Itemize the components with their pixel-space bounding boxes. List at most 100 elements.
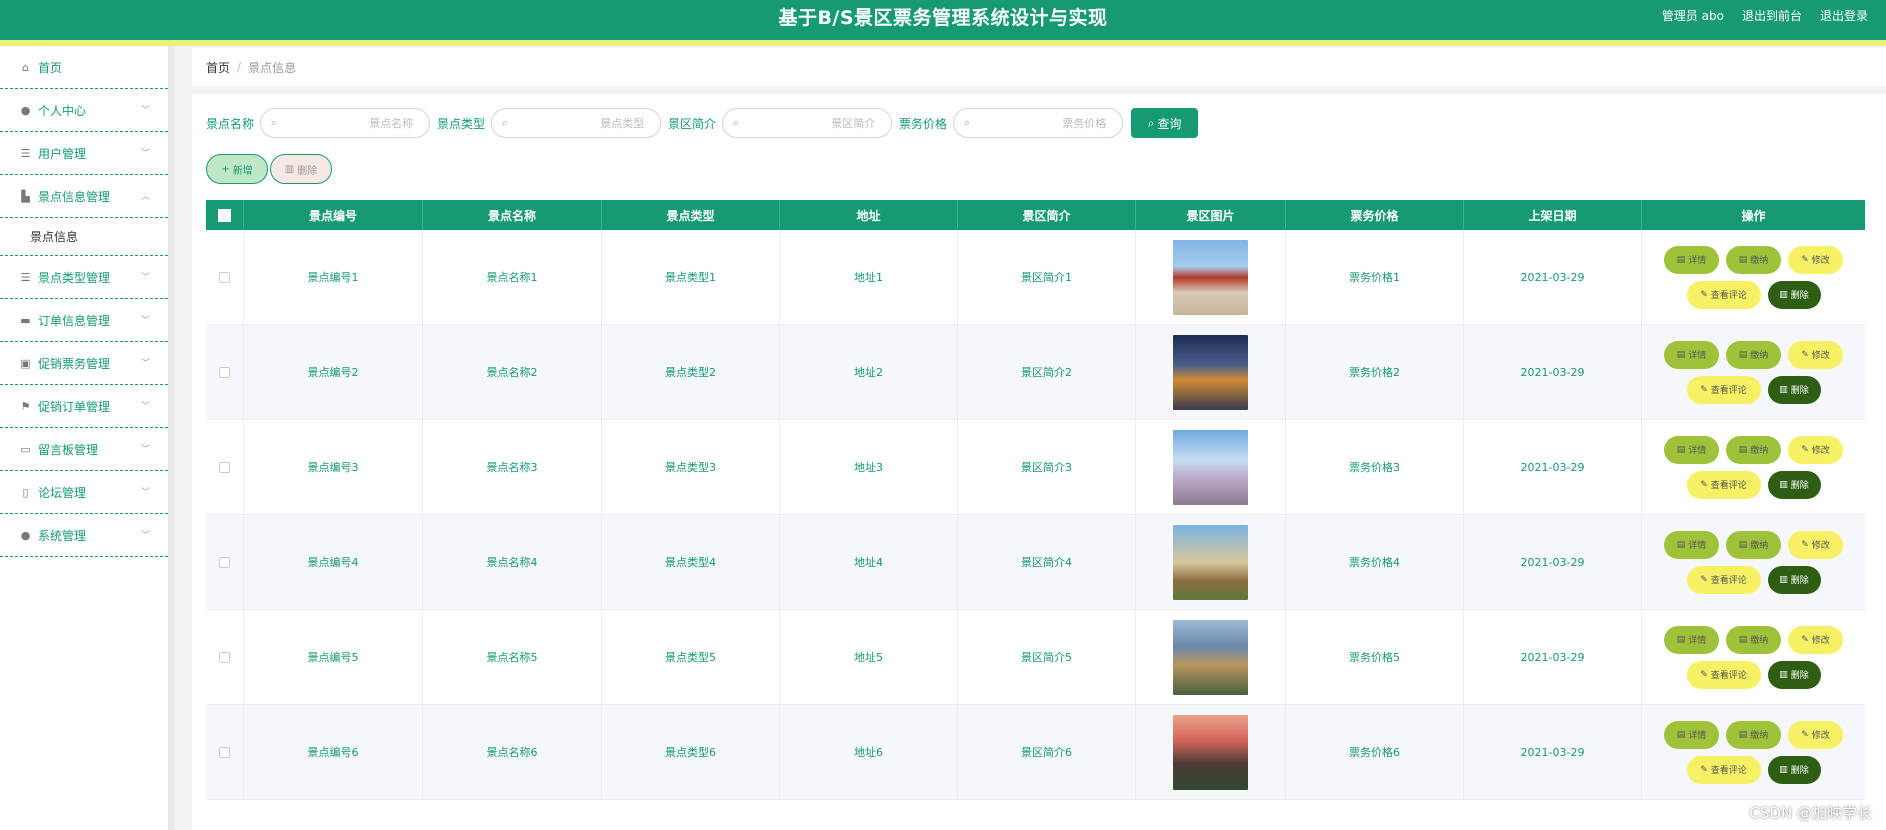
delete-button[interactable]: ▥ 删除 — [1767, 375, 1821, 404]
sidebar-item[interactable]: ⚑ 促销订单管理 ﹀ — [0, 385, 168, 428]
tower-photo — [1173, 524, 1248, 600]
document-icon: ▤ — [1676, 539, 1686, 550]
sidebar: ⌂ 首页 ● 个人中心 ﹀ ☰ 用户管理 ﹀ ▙ 景点信息管理 ︿ 景点信息 ☰ 景点类型管理 ﹀ ▬ 订单信息… — [0, 46, 169, 830]
edit-button-label: 修改 — [1811, 636, 1830, 646]
view-comments-button-label: 查看评论 — [1710, 671, 1747, 681]
main-content: 景点名称 ⌕ 景点类型 ⌕ 景区简介 ⌕ 票务价格 ⌕ ⌕ 查询 + 新增 — [192, 94, 1886, 830]
delete-button[interactable]: ▥ 删除 — [1767, 660, 1821, 689]
batch-delete-button[interactable]: ▥ 删除 — [270, 154, 332, 184]
select-all-checkbox[interactable] — [218, 208, 231, 222]
admin-user-link[interactable]: 管理员 abo — [1662, 7, 1724, 24]
pay-button[interactable]: ▤ 缴纳 — [1726, 435, 1781, 464]
cell-address: 地址3 — [780, 420, 958, 514]
pay-button[interactable]: ▤ 缴纳 — [1726, 720, 1781, 749]
batch-delete-label: 删除 — [297, 165, 318, 177]
exit-to-front-link[interactable]: 退出到前台 — [1742, 7, 1802, 24]
chevron-down-icon: ﹀ — [140, 402, 150, 412]
view-comments-button[interactable]: ✎ 查看评论 — [1686, 660, 1761, 689]
trash-icon: ▥ — [284, 163, 295, 175]
detail-button[interactable]: ▤ 详情 — [1664, 245, 1719, 274]
view-comments-button[interactable]: ✎ 查看评论 — [1686, 565, 1761, 594]
view-comments-button[interactable]: ✎ 查看评论 — [1686, 375, 1761, 404]
row-checkbox[interactable] — [219, 271, 230, 283]
search-label-price: 票务价格 — [899, 116, 948, 131]
sidebar-item[interactable]: ▭ 留言板管理 ﹀ — [0, 428, 168, 471]
delete-button[interactable]: ▥ 删除 — [1767, 755, 1821, 784]
sidebar-subitem[interactable]: 景点信息 — [0, 218, 168, 256]
search-price-input[interactable] — [976, 116, 1107, 130]
pagoda-photo — [1173, 239, 1248, 315]
search-intro-input[interactable] — [745, 116, 876, 130]
delete-button[interactable]: ▥ 删除 — [1767, 565, 1821, 594]
cell-intro: 景区简介3 — [958, 420, 1136, 514]
edit-button[interactable]: ✎ 修改 — [1788, 245, 1843, 274]
edit-button[interactable]: ✎ 修改 — [1788, 530, 1843, 559]
detail-button-label: 详情 — [1688, 256, 1707, 266]
detail-button-label: 详情 — [1688, 351, 1707, 361]
trash-icon: ▥ — [1779, 384, 1788, 395]
cell-picture — [1136, 420, 1286, 514]
view-comments-button[interactable]: ✎ 查看评论 — [1686, 755, 1761, 784]
sidebar-item[interactable]: ⌂ 首页 — [0, 46, 168, 89]
breadcrumb: 首页 / 景点信息 — [192, 48, 1886, 86]
printer-icon: ▬ — [20, 313, 31, 327]
cliff-photo — [1173, 619, 1248, 695]
sidebar-item-label: 首页 — [38, 60, 63, 75]
delete-button[interactable]: ▥ 删除 — [1767, 470, 1821, 499]
castle-photo — [1173, 429, 1248, 505]
trash-icon: ▥ — [1779, 289, 1788, 300]
breadcrumb-home[interactable]: 首页 — [206, 59, 230, 76]
col-header: 票务价格 — [1286, 200, 1464, 230]
edit-button[interactable]: ✎ 修改 — [1788, 340, 1843, 369]
row-checkbox-cell — [206, 515, 244, 609]
detail-button[interactable]: ▤ 详情 — [1664, 530, 1719, 559]
document-icon: ▤ — [1738, 444, 1748, 455]
edit-button[interactable]: ✎ 修改 — [1788, 625, 1843, 654]
delete-button[interactable]: ▥ 删除 — [1767, 280, 1821, 309]
search-name-input[interactable] — [283, 116, 414, 130]
row-checkbox[interactable] — [219, 556, 230, 568]
pay-button[interactable]: ▤ 缴纳 — [1726, 245, 1781, 274]
pay-button[interactable]: ▤ 缴纳 — [1726, 340, 1781, 369]
sidebar-item[interactable]: ▙ 景点信息管理 ︿ — [0, 175, 168, 218]
row-checkbox[interactable] — [219, 461, 230, 473]
cell-price: 票务价格6 — [1286, 705, 1464, 799]
detail-button[interactable]: ▤ 详情 — [1664, 720, 1719, 749]
cell-id: 景点编号4 — [244, 515, 423, 609]
search-type-field: ⌕ — [491, 108, 662, 138]
edit-icon: ✎ — [1801, 444, 1809, 455]
logout-link[interactable]: 退出登录 — [1820, 7, 1868, 24]
detail-button[interactable]: ▤ 详情 — [1664, 625, 1719, 654]
cell-date: 2021-03-29 — [1464, 230, 1642, 324]
pay-button[interactable]: ▤ 缴纳 — [1726, 625, 1781, 654]
edit-button-label: 修改 — [1811, 351, 1830, 361]
search-button[interactable]: ⌕ 查询 — [1131, 108, 1199, 138]
sidebar-item[interactable]: ▬ 订单信息管理 ﹀ — [0, 299, 168, 342]
user-icon: ● — [20, 103, 31, 117]
delete-button-label: 删除 — [1790, 576, 1809, 586]
sidebar-item[interactable]: ▣ 促销票务管理 ﹀ — [0, 342, 168, 385]
pay-button[interactable]: ▤ 缴纳 — [1726, 530, 1781, 559]
detail-button[interactable]: ▤ 详情 — [1664, 340, 1719, 369]
sidebar-item-label: 景点类型管理 — [38, 270, 111, 285]
edit-button[interactable]: ✎ 修改 — [1788, 435, 1843, 464]
sidebar-item[interactable]: ☰ 景点类型管理 ﹀ — [0, 256, 168, 299]
chevron-down-icon: ﹀ — [140, 445, 150, 455]
search-type-input[interactable] — [514, 116, 645, 130]
add-button[interactable]: + 新增 — [206, 154, 268, 184]
view-comments-button[interactable]: ✎ 查看评论 — [1686, 280, 1761, 309]
edit-button[interactable]: ✎ 修改 — [1788, 720, 1843, 749]
sidebar-item[interactable]: ● 系统管理 ﹀ — [0, 514, 168, 557]
detail-button[interactable]: ▤ 详情 — [1664, 435, 1719, 464]
row-checkbox[interactable] — [219, 651, 230, 663]
sidebar-item[interactable]: ● 个人中心 ﹀ — [0, 89, 168, 132]
view-comments-button[interactable]: ✎ 查看评论 — [1686, 470, 1761, 499]
cell-type: 景点类型6 — [602, 705, 780, 799]
sidebar-item[interactable]: ▯ 论坛管理 ﹀ — [0, 471, 168, 514]
row-checkbox[interactable] — [219, 746, 230, 758]
cell-type: 景点类型5 — [602, 610, 780, 704]
flag-icon: ⚑ — [20, 399, 31, 413]
row-checkbox[interactable] — [219, 366, 230, 378]
sidebar-item[interactable]: ☰ 用户管理 ﹀ — [0, 132, 168, 175]
cell-operations: ▤ 详情 ▤ 缴纳 ✎ 修改 ✎ 查看评论 ▥ 删除 — [1642, 230, 1865, 324]
